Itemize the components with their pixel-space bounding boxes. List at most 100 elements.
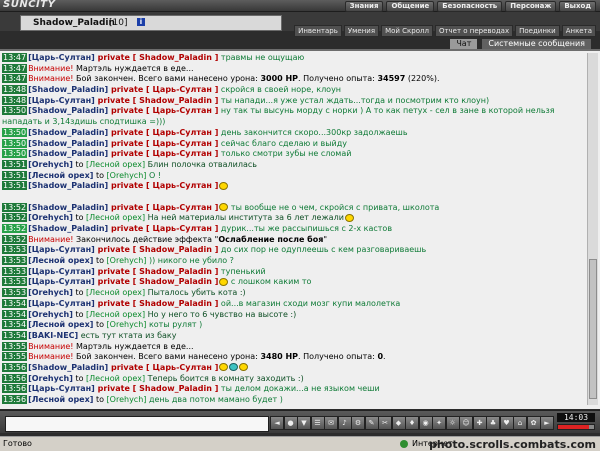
message-timestamp[interactable]: 13:51: [2, 159, 28, 169]
private-recipient[interactable]: Царь-Султан: [153, 139, 212, 148]
recipient-nick[interactable]: [Лесной орех]: [86, 213, 145, 222]
message-timestamp[interactable]: 13:53: [2, 266, 28, 276]
private-recipient[interactable]: Shadow_Paladin: [139, 245, 212, 254]
chat-scrollbar[interactable]: [587, 53, 598, 405]
message-timestamp[interactable]: 13:53: [2, 277, 28, 287]
recipient-nick[interactable]: [Лесной орех]: [86, 310, 145, 319]
sender-nick[interactable]: [Царь-Султан]: [28, 299, 95, 308]
private-recipient[interactable]: Shadow_Paladin: [139, 267, 212, 276]
toolbar-button[interactable]: ♦: [405, 416, 419, 430]
recipient-nick[interactable]: [Orehych]: [107, 320, 147, 329]
message-timestamp[interactable]: 13:54: [2, 298, 28, 308]
message-timestamp[interactable]: 13:53: [2, 288, 28, 298]
recipient-nick[interactable]: [Orehych]: [107, 395, 147, 404]
toolbar-button[interactable]: ♣: [486, 416, 500, 430]
private-recipient[interactable]: Царь-Султан: [153, 85, 212, 94]
message-timestamp[interactable]: 13:52: [2, 202, 28, 212]
message-timestamp[interactable]: 13:56: [2, 373, 28, 383]
toolbar-button[interactable]: ✿: [526, 416, 541, 430]
private-recipient[interactable]: Shadow_Paladin: [139, 53, 212, 62]
message-timestamp[interactable]: 13:55: [2, 352, 28, 362]
sender-nick[interactable]: [Shadow_Paladin]: [28, 203, 108, 212]
message-timestamp[interactable]: 13:56: [2, 362, 28, 372]
sender-nick[interactable]: [Shadow_Paladin]: [28, 181, 108, 190]
menu-exit[interactable]: Выход: [559, 1, 596, 12]
submenu-duels[interactable]: Поединки: [515, 25, 560, 37]
toolbar-button[interactable]: ⌂: [513, 416, 527, 430]
menu-security[interactable]: Безопасность: [437, 1, 503, 12]
sender-nick[interactable]: [Лесной орех]: [28, 171, 93, 180]
message-timestamp[interactable]: 13:54: [2, 309, 28, 319]
toolbar-button[interactable]: ◉: [418, 416, 433, 430]
submenu-transfer-report[interactable]: Отчет о переводах: [434, 25, 514, 37]
menu-knowledge[interactable]: Знания: [344, 1, 384, 12]
sender-nick[interactable]: [BAKI-NEC]: [28, 331, 78, 340]
toolbar-button[interactable]: ♥: [499, 416, 514, 430]
message-timestamp[interactable]: 13:54: [2, 320, 28, 330]
toolbar-button[interactable]: ►: [540, 416, 554, 430]
message-timestamp[interactable]: 13:47: [2, 53, 28, 62]
tab-chat[interactable]: Чат: [449, 38, 479, 49]
scrollbar-thumb[interactable]: [589, 259, 597, 399]
toolbar-button[interactable]: ✉: [324, 416, 338, 430]
sender-nick[interactable]: [Orehych]: [28, 288, 73, 297]
message-timestamp[interactable]: 13:50: [2, 106, 28, 116]
menu-communication[interactable]: Общение: [386, 1, 435, 12]
toolbar-button[interactable]: ✂: [378, 416, 392, 430]
private-recipient[interactable]: Царь-Султан: [153, 128, 212, 137]
sender-nick[interactable]: [Лесной орех]: [28, 395, 93, 404]
sender-nick[interactable]: [Shadow_Paladin]: [28, 85, 108, 94]
message-timestamp[interactable]: 13:55: [2, 341, 28, 351]
submenu-skills[interactable]: Умения: [343, 25, 380, 37]
private-recipient[interactable]: Shadow_Paladin: [139, 277, 212, 286]
sender-nick[interactable]: [Shadow_Paladin]: [28, 224, 108, 233]
message-timestamp[interactable]: 13:52: [2, 224, 28, 234]
submenu-profile[interactable]: Анкета: [561, 25, 596, 37]
message-timestamp[interactable]: 13:50: [2, 149, 28, 159]
toolbar-button[interactable]: ♪: [337, 416, 352, 430]
message-timestamp[interactable]: 13:52: [2, 213, 28, 223]
sender-nick[interactable]: [Царь-Султан]: [28, 277, 95, 286]
message-timestamp[interactable]: 13:50: [2, 127, 28, 137]
toolbar-button[interactable]: ✚: [472, 416, 487, 430]
message-timestamp[interactable]: 13:56: [2, 395, 28, 405]
recipient-nick[interactable]: [Лесной орех]: [86, 160, 145, 169]
sender-nick[interactable]: [Orehych]: [28, 310, 73, 319]
sender-nick[interactable]: [Shadow_Paladin]: [28, 106, 108, 115]
message-timestamp[interactable]: 13:48: [2, 85, 28, 95]
message-timestamp[interactable]: 13:47: [2, 63, 28, 73]
message-timestamp[interactable]: 13:51: [2, 170, 28, 180]
username[interactable]: Shadow_Paladin: [33, 18, 115, 28]
message-timestamp[interactable]: 13:48: [2, 95, 28, 105]
sender-nick[interactable]: [Shadow_Paladin]: [28, 128, 108, 137]
tab-system-messages[interactable]: Системные сообщения: [481, 38, 592, 49]
sender-nick[interactable]: [Лесной орех]: [28, 320, 93, 329]
private-recipient[interactable]: Shadow_Paladin: [139, 384, 212, 393]
sender-nick[interactable]: [Orehych]: [28, 213, 73, 222]
private-recipient[interactable]: Shadow_Paladin: [139, 299, 212, 308]
toolbar-button[interactable]: ☺: [459, 416, 473, 430]
toolbar-button[interactable]: ▼: [297, 416, 311, 430]
private-recipient[interactable]: Царь-Султан: [153, 181, 212, 190]
sender-nick[interactable]: [Shadow_Paladin]: [28, 139, 108, 148]
sender-nick[interactable]: [Shadow_Paladin]: [28, 363, 108, 372]
toolbar-button[interactable]: ◄: [270, 416, 284, 430]
private-recipient[interactable]: Царь-Султан: [153, 106, 212, 115]
private-recipient[interactable]: Царь-Султан: [153, 203, 212, 212]
toolbar-button[interactable]: ◆: [391, 416, 406, 430]
message-timestamp[interactable]: 13:47: [2, 74, 28, 84]
message-timestamp[interactable]: 13:50: [2, 138, 28, 148]
toolbar-button[interactable]: ⚙: [351, 416, 365, 430]
private-recipient[interactable]: Shadow_Paladin: [139, 96, 212, 105]
message-timestamp[interactable]: 13:56: [2, 384, 28, 394]
toolbar-button[interactable]: ☼: [445, 416, 460, 430]
recipient-nick[interactable]: [Лесной орех]: [86, 374, 145, 383]
message-timestamp[interactable]: 13:54: [2, 330, 28, 340]
menu-character[interactable]: Персонаж: [505, 1, 557, 12]
private-recipient[interactable]: Царь-Султан: [153, 363, 212, 372]
message-timestamp[interactable]: 13:51: [2, 181, 28, 191]
recipient-nick[interactable]: [Orehych]: [107, 171, 147, 180]
toolbar-button[interactable]: ✦: [432, 416, 446, 430]
sender-nick[interactable]: [Orehych]: [28, 374, 73, 383]
sender-nick[interactable]: [Царь-Султан]: [28, 245, 95, 254]
